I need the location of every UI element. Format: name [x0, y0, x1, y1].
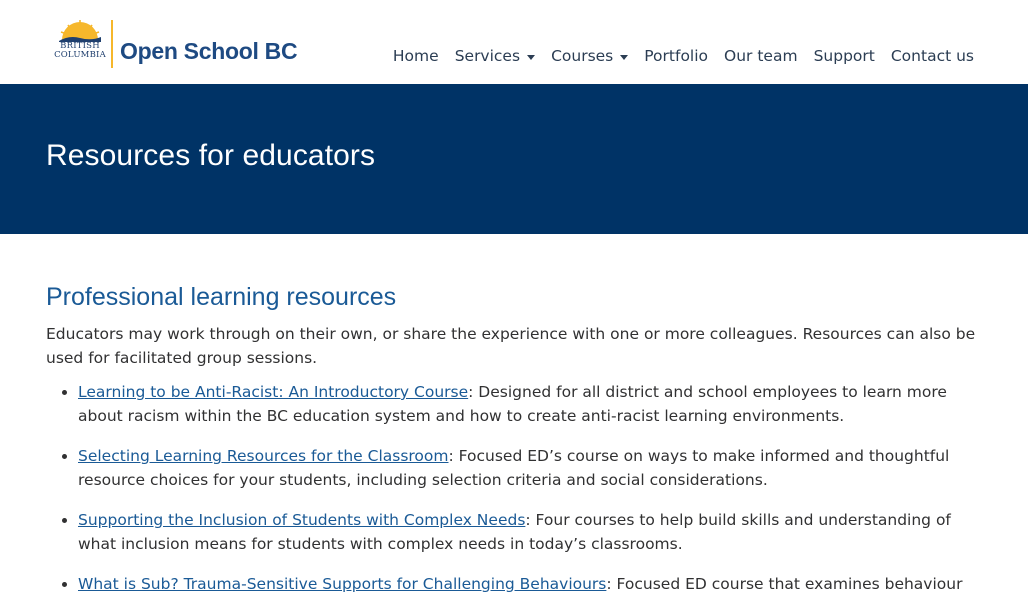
page-banner: Resources for educators [0, 84, 1028, 234]
resource-list: Learning to be Anti-Racist: An Introduct… [46, 380, 982, 596]
nav-home[interactable]: Home [385, 44, 447, 68]
logo-site-name: Open School BC [120, 38, 298, 64]
list-item: Learning to be Anti-Racist: An Introduct… [78, 380, 982, 428]
list-item: Selecting Learning Resources for the Cla… [78, 444, 982, 492]
nav-support[interactable]: Support [806, 44, 883, 68]
logo-province-line2: COLUMBIA [54, 50, 106, 60]
nav-contact-us[interactable]: Contact us [883, 44, 982, 68]
section-intro: Educators may work through on their own,… [46, 325, 976, 367]
nav-our-team-label: Our team [724, 47, 798, 65]
site-header: BRITISH COLUMBIA Open School BC Home Ser… [0, 0, 1028, 84]
resource-link-anti-racist[interactable]: Learning to be Anti-Racist: An Introduct… [78, 383, 468, 401]
nav-home-label: Home [392, 47, 439, 65]
resource-link-selecting-resources[interactable]: Selecting Learning Resources for the Cla… [78, 447, 449, 465]
nav-courses-label: Courses [551, 47, 614, 65]
nav-services-label: Services [454, 47, 521, 65]
resource-link-complex-needs[interactable]: Supporting the Inclusion of Students wit… [78, 511, 525, 529]
main-nav: Home Services Courses Portfolio Our team… [385, 44, 982, 68]
list-item: Supporting the Inclusion of Students wit… [78, 508, 982, 556]
sun-icon [59, 20, 101, 42]
site-logo[interactable]: BRITISH COLUMBIA Open School BC [53, 18, 298, 70]
list-item: What is Sub? Trauma-Sensitive Supports f… [78, 572, 982, 596]
nav-contact-us-label: Contact us [890, 47, 974, 65]
chevron-down-icon [527, 54, 536, 60]
bc-government-logo: BRITISH COLUMBIA [53, 18, 107, 68]
page-title: Resources for educators [46, 139, 376, 172]
nav-our-team[interactable]: Our team [716, 44, 806, 68]
logo-divider [111, 20, 113, 68]
main-content: Professional learning resources Educator… [0, 234, 1028, 596]
nav-portfolio-label: Portfolio [644, 47, 709, 65]
nav-portfolio[interactable]: Portfolio [636, 44, 716, 68]
section-heading: Professional learning resources [46, 283, 397, 311]
nav-support-label: Support [813, 47, 875, 65]
nav-services[interactable]: Services [447, 44, 543, 68]
nav-courses[interactable]: Courses [543, 44, 636, 68]
chevron-down-icon [620, 54, 629, 60]
